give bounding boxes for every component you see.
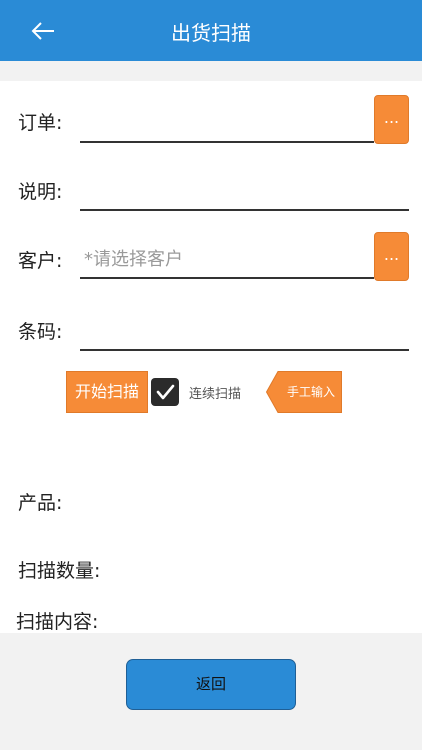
scan-quantity-label: 扫描数量: xyxy=(18,560,101,582)
order-select-button[interactable]: ... xyxy=(374,95,409,144)
app-header: 出货扫描 xyxy=(0,0,422,61)
manual-input-button[interactable]: 手工输入 xyxy=(266,371,342,413)
customer-label: 客户: xyxy=(18,250,63,272)
description-label: 说明: xyxy=(18,181,63,203)
scan-form: 订单: ... 说明: 客户: *请选择客户 ... 条码: 开始扫描 连续扫描… xyxy=(0,81,422,633)
customer-select-button[interactable]: ... xyxy=(374,232,409,281)
description-field[interactable] xyxy=(80,171,409,211)
order-label: 订单: xyxy=(18,112,63,134)
order-field[interactable] xyxy=(80,103,374,143)
page-title: 出货扫描 xyxy=(171,21,251,45)
product-label: 产品: xyxy=(18,492,63,514)
barcode-field[interactable] xyxy=(80,311,409,351)
start-scan-button[interactable]: 开始扫描 xyxy=(66,371,148,413)
manual-input-label: 手工输入 xyxy=(286,385,335,399)
checkmark-icon xyxy=(156,384,175,400)
continuous-scan-checkbox[interactable] xyxy=(151,378,179,406)
return-button[interactable]: 返回 xyxy=(126,659,296,710)
continuous-scan-label: 连续扫描 xyxy=(189,387,242,402)
barcode-label: 条码: xyxy=(18,321,63,343)
customer-field[interactable]: *请选择客户 xyxy=(80,239,374,279)
scan-content-label: 扫描内容: xyxy=(16,611,99,633)
